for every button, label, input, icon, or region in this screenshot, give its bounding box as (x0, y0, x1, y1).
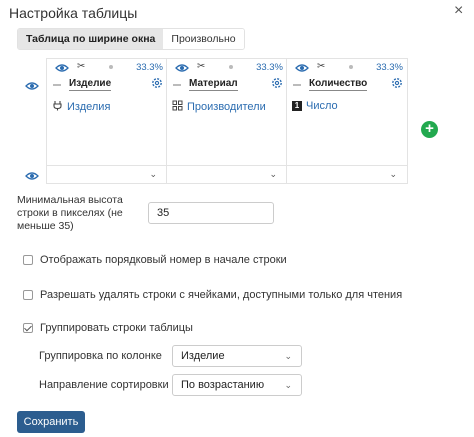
column-field-label[interactable]: Число (306, 100, 338, 112)
tools-icon[interactable]: ✂ (77, 61, 85, 72)
min-height-label: Минимальная высота строки в пикселях (не… (17, 194, 123, 232)
column-item: ✂ 33.3% Количество 1 Число ⌄ (287, 59, 407, 183)
option-group-rows[interactable]: Группировать строки таблицы (23, 322, 193, 334)
column-footer: ⌄ (167, 165, 287, 183)
column-toolbar: ✂ 33.3% (47, 61, 167, 75)
close-icon[interactable]: × (454, 3, 463, 19)
chevron-down-icon[interactable]: ⌄ (269, 169, 277, 180)
dot-icon (229, 65, 233, 69)
column-name[interactable]: Материал (189, 78, 238, 91)
column-toolbar: ✂ 33.3% (287, 61, 407, 75)
column-header: Количество (287, 77, 407, 93)
width-mode-custom[interactable]: Произвольно (163, 29, 244, 49)
grid-icon (172, 100, 183, 114)
column-footer: ⌄ (287, 165, 407, 183)
chevron-down-icon: ⌄ (284, 351, 292, 361)
save-button[interactable]: Сохранить (17, 411, 85, 433)
column-item: ✂ 33.3% Материал Производители ⌄ (167, 59, 287, 183)
column-field[interactable]: Производители (172, 100, 266, 114)
drag-handle-icon[interactable] (53, 84, 61, 86)
tools-icon[interactable]: ✂ (317, 61, 325, 72)
column-name[interactable]: Количество (309, 78, 368, 91)
checkbox[interactable] (23, 323, 33, 333)
min-height-input[interactable] (148, 202, 274, 224)
column-header: Изделие (47, 77, 167, 93)
group-column-value: Изделие (181, 350, 225, 362)
plug-icon (52, 100, 63, 114)
checkbox-label: Группировать строки таблицы (40, 322, 193, 334)
column-item: ✂ 33.3% Изделие Изделия ⌄ (47, 59, 167, 183)
sort-direction-value: По возрастанию (181, 379, 265, 391)
column-toolbar: ✂ 33.3% (167, 61, 287, 75)
width-mode-fit-window[interactable]: Таблица по ширине окна (18, 29, 164, 49)
eye-icon[interactable] (295, 63, 309, 76)
column-footer: ⌄ (47, 165, 167, 183)
dot-icon (349, 65, 353, 69)
sort-direction-select[interactable]: По возрастанию ⌄ (172, 374, 302, 396)
column-header: Материал (167, 77, 287, 93)
add-column-button[interactable]: + (421, 121, 438, 138)
drag-handle-icon[interactable] (173, 84, 181, 86)
group-column-select[interactable]: Изделие ⌄ (172, 345, 302, 367)
chevron-down-icon[interactable]: ⌄ (389, 169, 397, 180)
eye-icon[interactable] (55, 63, 69, 76)
checkbox[interactable] (23, 255, 33, 265)
eye-icon[interactable] (25, 81, 39, 91)
checkbox-label: Разрешать удалять строки с ячейками, дос… (40, 289, 403, 301)
eye-icon[interactable] (25, 171, 39, 181)
group-column-label: Группировка по колонке (39, 350, 162, 362)
number-icon: 1 (292, 101, 302, 111)
chevron-down-icon: ⌄ (284, 380, 292, 390)
dot-icon (109, 65, 113, 69)
checkbox[interactable] (23, 290, 33, 300)
gear-icon[interactable] (391, 77, 403, 92)
drag-handle-icon[interactable] (293, 84, 301, 86)
column-width-percent: 33.3% (256, 62, 283, 73)
chevron-down-icon[interactable]: ⌄ (149, 169, 157, 180)
column-name[interactable]: Изделие (69, 78, 112, 91)
option-show-row-number[interactable]: Отображать порядковый номер в начале стр… (23, 254, 287, 266)
column-width-percent: 33.3% (136, 62, 163, 73)
column-field[interactable]: Изделия (52, 100, 110, 114)
dialog-title: Настройка таблицы (9, 5, 138, 21)
gear-icon[interactable] (271, 77, 283, 92)
gear-icon[interactable] (151, 77, 163, 92)
columns-grid: ✂ 33.3% Изделие Изделия ⌄ ✂ 33.3% Матери… (46, 58, 408, 184)
column-field-label[interactable]: Изделия (67, 101, 110, 113)
width-mode-toggle: Таблица по ширине окна Произвольно (17, 28, 245, 50)
eye-icon[interactable] (175, 63, 189, 76)
column-width-percent: 33.3% (376, 62, 403, 73)
sort-direction-label: Направление сортировки (39, 379, 169, 391)
tools-icon[interactable]: ✂ (197, 61, 205, 72)
checkbox-label: Отображать порядковый номер в начале стр… (40, 254, 287, 266)
column-field[interactable]: 1 Число (292, 100, 338, 112)
option-allow-delete-readonly[interactable]: Разрешать удалять строки с ячейками, дос… (23, 289, 402, 301)
column-field-label[interactable]: Производители (187, 101, 266, 113)
